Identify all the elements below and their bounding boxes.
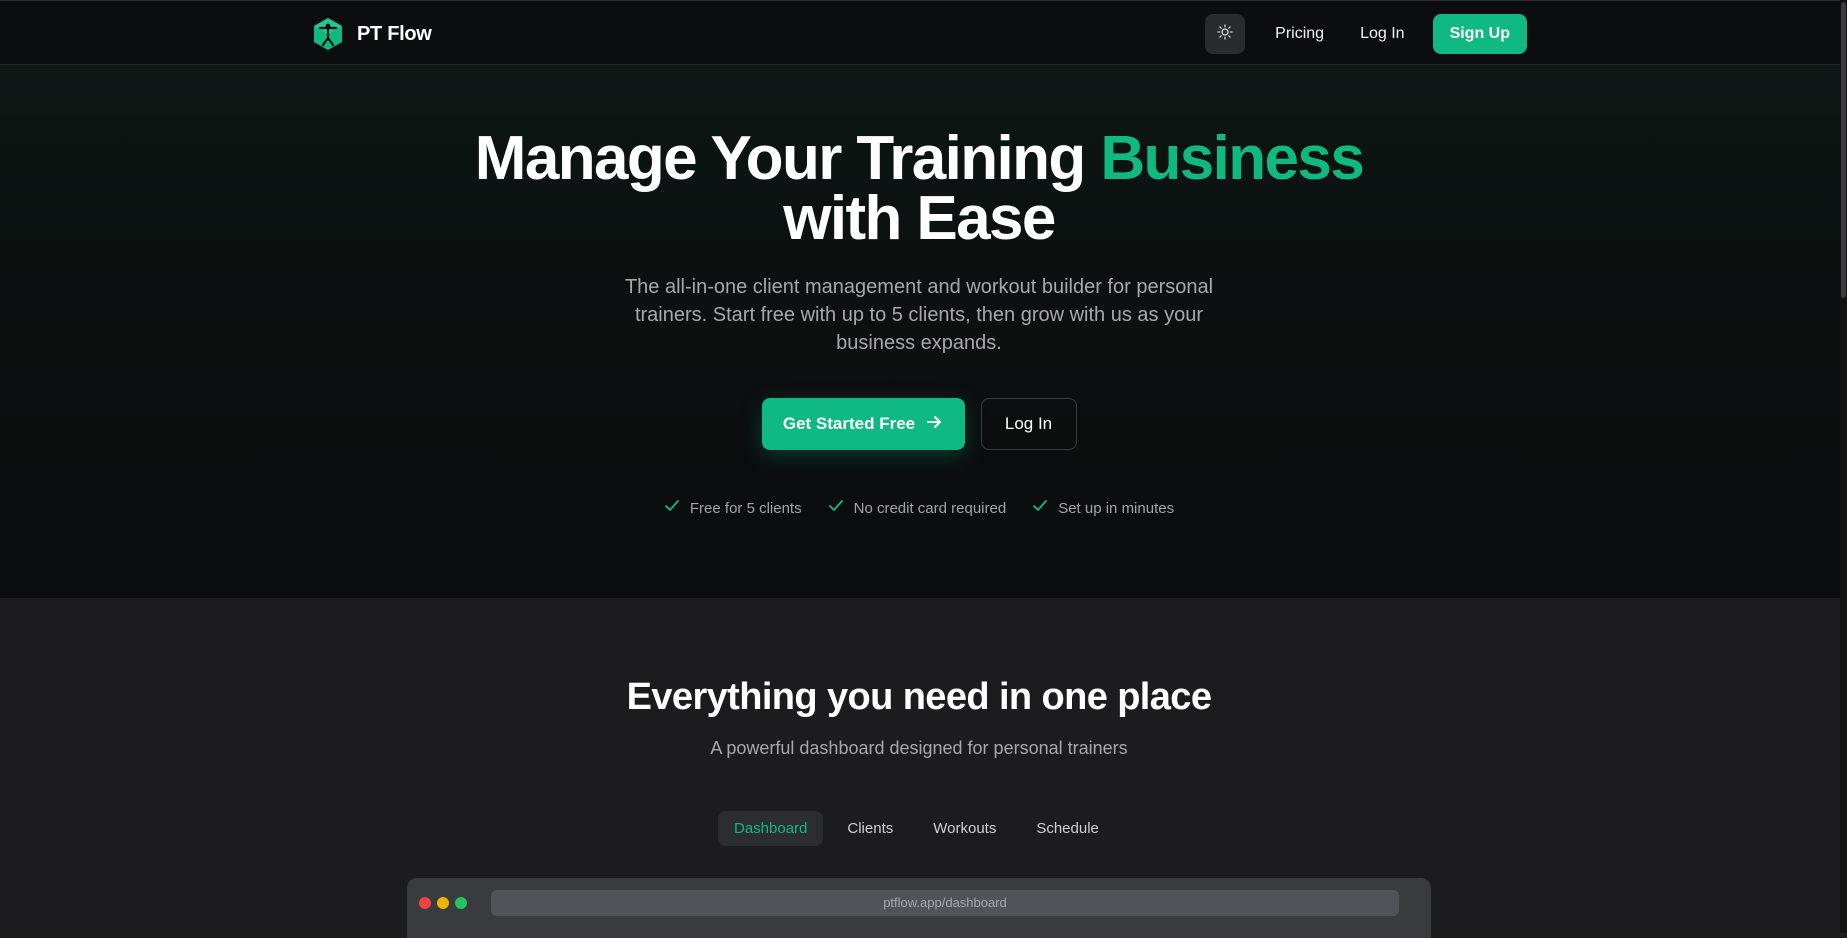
benefit-item: No credit card required	[828, 499, 1007, 517]
logo-icon	[313, 17, 343, 51]
hero-title-accent: Business	[1100, 124, 1364, 193]
top-nav: PT Flow Pricing Log In Sign Up	[0, 0, 1847, 65]
features-title: Everything you need in one place	[626, 676, 1212, 718]
tab-workouts[interactable]: Workouts	[917, 811, 1012, 846]
theme-toggle-button[interactable]	[1205, 14, 1246, 54]
get-started-label: Get Started Free	[782, 414, 916, 433]
hero-title: Manage Your Training Business with Ease	[0, 128, 1838, 250]
tab-clients[interactable]: Clients	[831, 811, 909, 846]
benefit-label: Set up in minutes	[1058, 499, 1175, 517]
features-section: Everything you need in one place A power…	[0, 598, 1847, 938]
browser-mockup: ptflow.app/dashboard	[407, 878, 1431, 938]
hero-cta-row: Get Started Free Log In	[0, 398, 1838, 450]
hero-section: Manage Your Training Business with Ease T…	[0, 65, 1847, 598]
tab-dashboard[interactable]: Dashboard	[718, 811, 824, 846]
check-icon	[828, 499, 844, 517]
benefit-item: Free for 5 clients	[664, 499, 802, 517]
nav-actions: Pricing Log In Sign Up	[1205, 14, 1527, 54]
feature-tabs: Dashboard Clients Workouts Schedule	[718, 811, 1115, 846]
scrollbar-thumb[interactable]	[1841, 2, 1846, 298]
brand-name: PT Flow	[357, 22, 432, 45]
minimize-dot-icon	[437, 897, 449, 909]
tab-schedule[interactable]: Schedule	[1020, 811, 1115, 846]
features-subtitle: A powerful dashboard designed for person…	[710, 738, 1128, 758]
nav-link-pricing[interactable]: Pricing	[1257, 14, 1342, 54]
benefit-item: Set up in minutes	[1032, 499, 1174, 517]
check-icon	[1032, 499, 1048, 517]
hero-title-part1: Manage Your Training	[474, 124, 1101, 193]
hero-title-part2: with Ease	[783, 184, 1056, 253]
benefit-label: No credit card required	[853, 499, 1007, 517]
browser-url-bar: ptflow.app/dashboard	[491, 890, 1399, 916]
hero-subtitle: The all-in-one client management and wor…	[624, 276, 1214, 354]
sun-icon	[1217, 23, 1233, 45]
signup-button[interactable]: Sign Up	[1432, 14, 1527, 54]
maximize-dot-icon	[455, 897, 467, 909]
brand-link[interactable]: PT Flow	[313, 17, 432, 51]
nav-link-login[interactable]: Log In	[1342, 14, 1422, 54]
get-started-button[interactable]: Get Started Free	[761, 398, 965, 450]
arrow-right-icon	[925, 413, 943, 436]
window-controls	[419, 897, 467, 909]
close-dot-icon	[419, 897, 431, 909]
hero-benefits: Free for 5 clients No credit card requir…	[0, 499, 1838, 517]
check-icon	[664, 499, 680, 517]
benefit-label: Free for 5 clients	[689, 499, 802, 517]
hero-login-button[interactable]: Log In	[980, 398, 1077, 450]
